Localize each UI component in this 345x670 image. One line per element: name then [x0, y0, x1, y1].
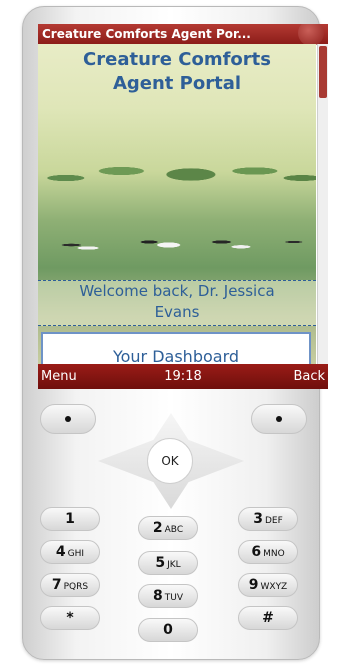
key-6-number: 6 — [251, 544, 262, 560]
key-4[interactable]: 4 GHI — [40, 540, 100, 564]
key-8[interactable]: 8 TUV — [138, 584, 198, 608]
status-orb-icon — [298, 24, 324, 46]
scrollbar-thumb[interactable] — [319, 46, 327, 98]
page-title-line-2: Agent Portal — [112, 73, 242, 94]
key-3-number: 3 — [253, 511, 263, 527]
key-3-letters: DEF — [264, 516, 283, 526]
key-7-number: 7 — [51, 577, 62, 593]
softkey-bar: Menu 19:18 Back — [38, 364, 328, 389]
content-area[interactable]: Creature Comforts Agent Portal Welcome b… — [38, 44, 316, 364]
key-8-number: 8 — [153, 588, 163, 604]
dashboard-button[interactable]: Your Dashboard — [41, 332, 311, 364]
key-hash[interactable]: # — [238, 606, 298, 630]
back-softkey-label[interactable]: Back — [293, 364, 325, 389]
dot-icon — [65, 416, 71, 422]
welcome-message: Welcome back, Dr. Jessica Evans — [38, 280, 316, 326]
key-3[interactable]: 3 DEF — [238, 507, 298, 531]
background-trees — [38, 136, 316, 206]
key-7-letters: PQRS — [63, 582, 89, 592]
key-6-letters: MNO — [263, 549, 285, 559]
key-0-number: 0 — [163, 622, 173, 638]
key-hash-symbol: # — [262, 610, 274, 626]
left-softkey-button[interactable] — [40, 404, 96, 434]
scrollbar[interactable] — [317, 44, 328, 364]
navigation-pad[interactable]: OK — [98, 413, 244, 509]
key-0[interactable]: 0 — [138, 618, 198, 642]
page-title-line-1: Creature Comforts — [83, 49, 271, 70]
key-2-letters: ABC — [164, 525, 184, 535]
ok-button[interactable]: OK — [147, 438, 193, 484]
welcome-line-2: Evans — [154, 303, 200, 321]
key-2[interactable]: 2 ABC — [138, 516, 198, 540]
dot-icon — [276, 416, 282, 422]
key-9-number: 9 — [248, 577, 259, 593]
right-softkey-button[interactable] — [251, 404, 307, 434]
app-title-bar: Creature Comforts Agent Por... — [38, 24, 328, 46]
key-star-symbol: * — [66, 610, 74, 626]
key-5-number: 5 — [155, 555, 166, 571]
background-cows — [38, 212, 316, 272]
key-1-number: 1 — [65, 511, 75, 527]
clock: 19:18 — [164, 369, 202, 384]
key-9-letters: WXYZ — [260, 582, 288, 592]
phone-screen: Creature Comforts Agent Por... Creature … — [38, 24, 328, 389]
key-2-number: 2 — [152, 520, 163, 536]
key-4-letters: GHI — [67, 549, 85, 559]
key-7[interactable]: 7 PQRS — [40, 573, 100, 597]
key-1[interactable]: 1 — [40, 507, 100, 531]
key-9[interactable]: 9 WXYZ — [238, 573, 298, 597]
app-title: Creature Comforts Agent Por... — [42, 27, 251, 41]
welcome-line-1: Welcome back, Dr. Jessica — [79, 282, 275, 300]
key-star[interactable]: * — [40, 606, 100, 630]
key-6[interactable]: 6 MNO — [238, 540, 298, 564]
page-title: Creature Comforts Agent Portal — [38, 48, 316, 96]
key-8-letters: TUV — [164, 593, 183, 603]
key-4-number: 4 — [55, 544, 66, 560]
key-5[interactable]: 5 JKL — [138, 551, 198, 575]
key-5-letters: JKL — [167, 560, 181, 570]
